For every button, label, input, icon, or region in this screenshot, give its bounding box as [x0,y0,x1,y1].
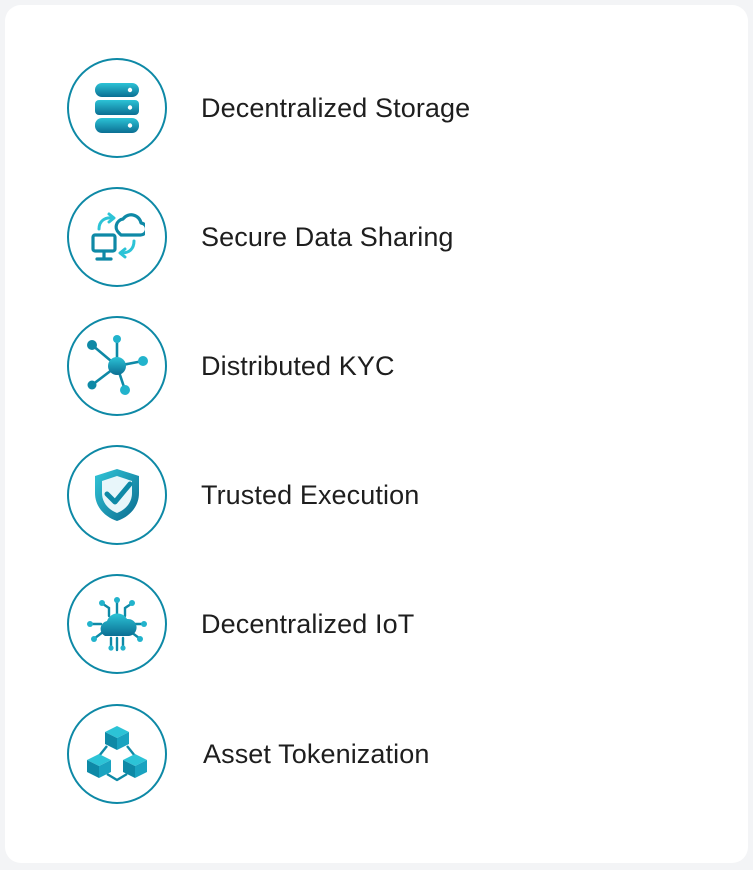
features-card: Decentralized Storage Secure Data Sharin… [5,5,748,863]
icon-circle [67,704,167,804]
feature-label: Decentralized IoT [201,608,415,639]
database-icon [95,83,139,133]
feature-label: Asset Tokenization [203,738,430,769]
cloud-circuit-icon [87,597,147,652]
shield-check-icon [95,469,139,521]
feature-label: Distributed KYC [201,350,395,381]
feature-label: Trusted Execution [201,479,420,510]
icon-circle [67,187,167,287]
feature-decentralized-iot: Decentralized IoT [67,574,414,674]
feature-label: Decentralized Storage [201,92,471,123]
icon-circle [67,316,167,416]
feature-distributed-kyc: Distributed KYC [67,316,395,416]
feature-asset-tokenization: Asset Tokenization [67,704,429,804]
feature-decentralized-storage: Decentralized Storage [67,58,470,158]
network-nodes-icon [87,335,148,395]
icon-circle [67,58,167,158]
icon-circle [67,445,167,545]
feature-label: Secure Data Sharing [201,221,454,252]
cloud-sync-monitor-icon [91,212,145,261]
feature-secure-data-sharing: Secure Data Sharing [67,187,454,287]
feature-trusted-execution: Trusted Execution [67,445,419,545]
icon-circle [67,574,167,674]
linked-cubes-icon [87,726,147,782]
